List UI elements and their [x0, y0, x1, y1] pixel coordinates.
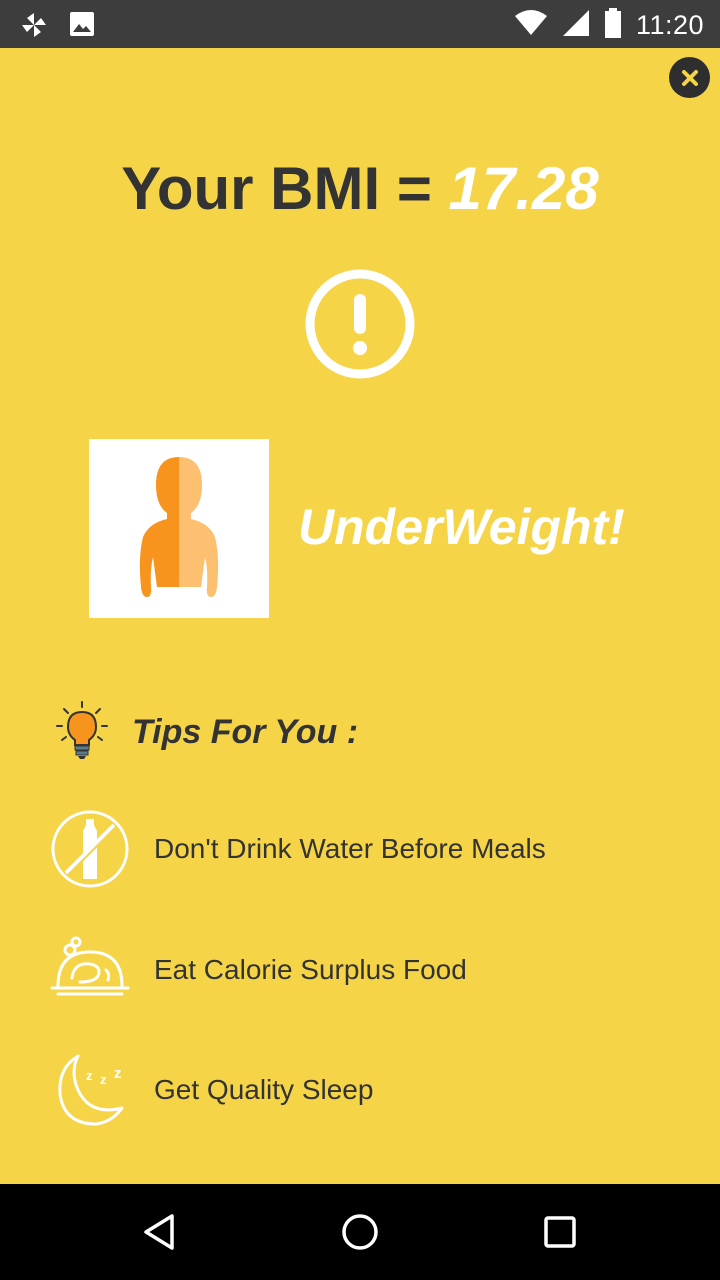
bmi-value: 17.28	[448, 155, 599, 222]
body-figure-image	[89, 439, 269, 618]
status-bar: 11:20	[0, 0, 720, 48]
bmi-result-title: Your BMI = 17.28	[0, 154, 720, 223]
tip-text: Get Quality Sleep	[154, 1074, 374, 1105]
recents-square-icon	[544, 1216, 576, 1248]
signal-icon	[562, 9, 590, 42]
back-button[interactable]	[138, 1210, 182, 1254]
lightbulb-icon	[54, 700, 110, 765]
tip-item: Eat Calorie Surplus Food	[50, 930, 467, 1010]
image-icon	[68, 10, 96, 45]
svg-text:z: z	[114, 1065, 122, 1082]
close-button[interactable]	[669, 57, 710, 98]
exclamation-circle-icon	[304, 268, 416, 380]
tips-header: Tips For You :	[54, 700, 358, 765]
tip-text: Eat Calorie Surplus Food	[154, 954, 467, 985]
food-plate-icon	[50, 930, 130, 1010]
svg-text:z: z	[86, 1068, 93, 1083]
back-triangle-icon	[144, 1214, 174, 1250]
no-bottle-icon	[50, 809, 130, 889]
tip-item: z z z Get Quality Sleep	[50, 1050, 373, 1130]
home-circle-icon	[342, 1214, 378, 1250]
svg-text:z: z	[100, 1072, 107, 1087]
moon-sleep-icon: z z z	[50, 1050, 130, 1130]
tip-text: Don't Drink Water Before Meals	[154, 833, 546, 864]
bmi-category-label: UnderWeight!	[298, 499, 625, 555]
home-button[interactable]	[338, 1210, 382, 1254]
wifi-icon	[514, 10, 548, 41]
close-icon	[681, 69, 698, 86]
tips-title: Tips For You :	[132, 713, 359, 751]
tip-item: Don't Drink Water Before Meals	[50, 809, 546, 889]
navigation-bar	[0, 1184, 720, 1280]
pinwheel-icon	[18, 10, 50, 45]
recents-button[interactable]	[538, 1210, 582, 1254]
status-time: 11:20	[635, 10, 704, 40]
battery-icon	[604, 8, 622, 43]
bmi-title-prefix: Your BMI =	[121, 155, 449, 222]
